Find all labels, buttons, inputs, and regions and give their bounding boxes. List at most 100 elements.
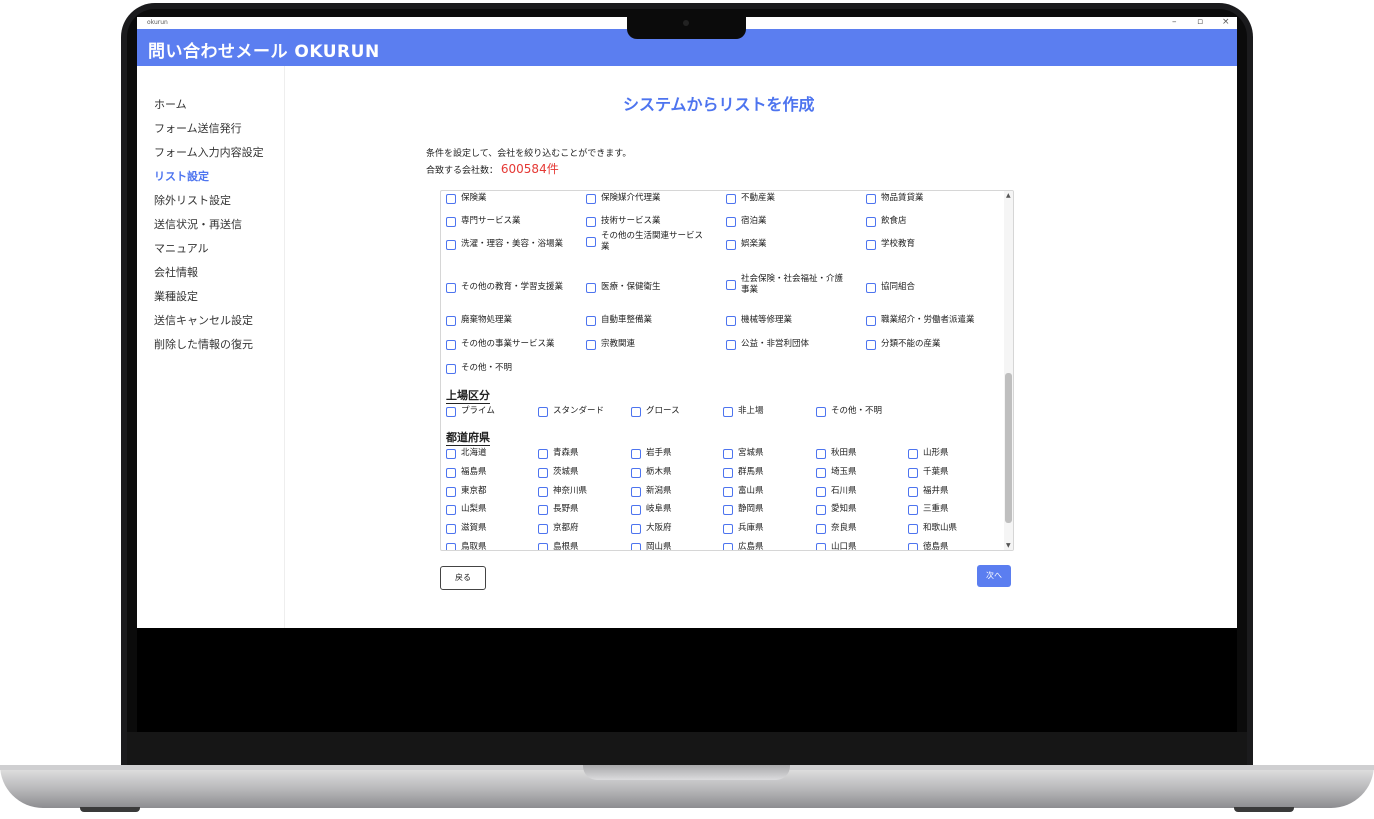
filter-checkbox[interactable]: 公益・非営利団体 [726, 339, 809, 350]
filter-list-panel[interactable]: ▲ ▼ 保険業 保険媒介代理業 不動産業 物品賃貸業 専門サービス業 技術サービス業 宿泊業… [440, 190, 1014, 551]
checkbox-icon[interactable] [866, 239, 876, 250]
checkbox-icon[interactable] [866, 315, 876, 326]
filter-checkbox[interactable]: 宿泊業 [726, 216, 767, 227]
checkbox-icon[interactable] [538, 467, 548, 478]
filter-checkbox[interactable]: 栃木県 [631, 467, 672, 478]
filter-checkbox[interactable]: 茨城県 [538, 467, 579, 478]
filter-checkbox[interactable]: 徳島県 [908, 542, 949, 550]
checkbox-icon[interactable] [538, 542, 548, 550]
checkbox-icon[interactable] [446, 523, 456, 534]
filter-checkbox[interactable]: 福井県 [908, 486, 949, 497]
checkbox-icon[interactable] [726, 239, 736, 250]
checkbox-icon[interactable] [446, 486, 456, 497]
filter-checkbox[interactable]: プライム [446, 406, 495, 417]
filter-checkbox[interactable]: 鳥取県 [446, 542, 487, 550]
checkbox-icon[interactable] [866, 216, 876, 227]
filter-checkbox[interactable]: 新潟県 [631, 486, 672, 497]
filter-checkbox[interactable]: 石川県 [816, 486, 857, 497]
filter-checkbox[interactable]: 娯楽業 [726, 239, 767, 250]
filter-checkbox[interactable]: 岩手県 [631, 448, 672, 459]
filter-checkbox[interactable]: その他・不明 [816, 406, 882, 417]
filter-checkbox[interactable]: 洗濯・理容・美容・浴場業 [446, 239, 563, 250]
filter-checkbox[interactable]: 岐阜県 [631, 504, 672, 515]
checkbox-icon[interactable] [726, 216, 736, 227]
sidebar-item[interactable]: フォーム入力内容設定 [154, 144, 264, 160]
checkbox-icon[interactable] [908, 467, 918, 478]
filter-checkbox[interactable]: 東京都 [446, 486, 487, 497]
filter-checkbox[interactable]: 奈良県 [816, 523, 857, 534]
checkbox-icon[interactable] [586, 193, 596, 204]
filter-checkbox[interactable]: 山口県 [816, 542, 857, 550]
filter-checkbox[interactable]: 医療・保健衛生 [586, 282, 661, 293]
sidebar-item[interactable]: マニュアル [154, 240, 209, 256]
checkbox-icon[interactable] [723, 523, 733, 534]
minimize-icon[interactable]: – [1172, 17, 1177, 27]
checkbox-icon[interactable] [631, 448, 641, 459]
filter-checkbox[interactable]: 分類不能の産業 [866, 339, 941, 350]
filter-checkbox[interactable]: 京都府 [538, 523, 579, 534]
checkbox-icon[interactable] [723, 504, 733, 515]
close-icon[interactable]: × [1222, 17, 1230, 27]
checkbox-icon[interactable] [631, 406, 641, 417]
filter-checkbox[interactable]: 滋賀県 [446, 523, 487, 534]
next-button[interactable]: 次へ [977, 565, 1011, 587]
filter-checkbox[interactable]: 飲食店 [866, 216, 907, 227]
checkbox-icon[interactable] [538, 406, 548, 417]
sidebar-item[interactable]: リスト設定 [154, 168, 209, 184]
checkbox-icon[interactable] [908, 486, 918, 497]
checkbox-icon[interactable] [908, 448, 918, 459]
filter-checkbox[interactable]: 長野県 [538, 504, 579, 515]
filter-checkbox[interactable]: 静岡県 [723, 504, 764, 515]
filter-checkbox[interactable]: 自動車整備業 [586, 315, 652, 326]
checkbox-icon[interactable] [908, 523, 918, 534]
checkbox-icon[interactable] [446, 406, 456, 417]
filter-checkbox[interactable]: 山形県 [908, 448, 949, 459]
checkbox-icon[interactable] [586, 237, 596, 247]
filter-checkbox[interactable]: 大阪府 [631, 523, 672, 534]
checkbox-icon[interactable] [816, 467, 826, 478]
sidebar-item[interactable]: ホーム [154, 96, 187, 112]
filter-checkbox[interactable]: 保険業 [446, 193, 487, 204]
checkbox-icon[interactable] [538, 448, 548, 459]
filter-checkbox[interactable]: 宮城県 [723, 448, 764, 459]
checkbox-icon[interactable] [586, 339, 596, 350]
sidebar-item[interactable]: 削除した情報の復元 [154, 336, 253, 352]
checkbox-icon[interactable] [816, 448, 826, 459]
checkbox-icon[interactable] [723, 486, 733, 497]
checkbox-icon[interactable] [446, 504, 456, 515]
checkbox-icon[interactable] [446, 239, 456, 250]
scrollbar-thumb[interactable] [1005, 373, 1012, 523]
checkbox-icon[interactable] [866, 339, 876, 350]
filter-checkbox[interactable]: 富山県 [723, 486, 764, 497]
filter-checkbox[interactable]: その他・不明 [446, 363, 512, 374]
filter-checkbox[interactable]: 岡山県 [631, 542, 672, 550]
filter-checkbox[interactable]: 北海道 [446, 448, 487, 459]
checkbox-icon[interactable] [723, 406, 733, 417]
filter-checkbox[interactable]: 学校教育 [866, 239, 915, 250]
filter-checkbox[interactable]: 非上場 [723, 406, 764, 417]
checkbox-icon[interactable] [866, 193, 876, 204]
filter-checkbox[interactable]: 協同組合 [866, 282, 915, 293]
checkbox-icon[interactable] [538, 486, 548, 497]
sidebar-item[interactable]: フォーム送信発行 [154, 120, 242, 136]
checkbox-icon[interactable] [446, 315, 456, 326]
filter-checkbox[interactable]: 愛知県 [816, 504, 857, 515]
checkbox-icon[interactable] [446, 193, 456, 204]
filter-checkbox[interactable]: 秋田県 [816, 448, 857, 459]
scroll-down-icon[interactable]: ▼ [1006, 542, 1011, 549]
checkbox-icon[interactable] [816, 406, 826, 417]
filter-checkbox[interactable]: 社会保険・社会福祉・介護事業 [726, 274, 851, 296]
filter-checkbox[interactable]: 物品賃貸業 [866, 193, 924, 204]
checkbox-icon[interactable] [446, 448, 456, 459]
sidebar-item[interactable]: 送信状況・再送信 [154, 216, 242, 232]
filter-checkbox[interactable]: 兵庫県 [723, 523, 764, 534]
filter-checkbox[interactable]: 神奈川県 [538, 486, 587, 497]
checkbox-icon[interactable] [586, 282, 596, 293]
filter-checkbox[interactable]: 山梨県 [446, 504, 487, 515]
sidebar-item[interactable]: 除外リスト設定 [154, 192, 231, 208]
checkbox-icon[interactable] [816, 523, 826, 534]
filter-list-scrollbar[interactable]: ▲ ▼ [1004, 191, 1013, 550]
checkbox-icon[interactable] [726, 315, 736, 326]
checkbox-icon[interactable] [446, 542, 456, 550]
scroll-up-icon[interactable]: ▲ [1006, 192, 1011, 199]
